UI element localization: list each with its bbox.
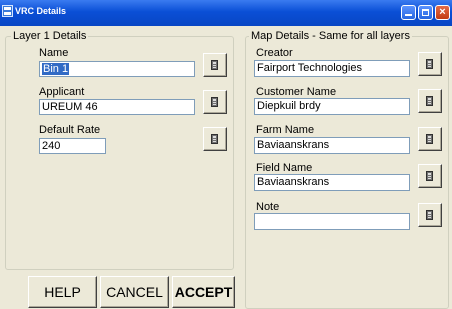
farm-name-field[interactable]: Baviaanskrans bbox=[254, 137, 410, 154]
close-button[interactable]: × bbox=[435, 5, 450, 20]
calculator-icon bbox=[426, 171, 433, 181]
field-name-picker-button[interactable] bbox=[418, 164, 442, 188]
farm-name-picker-button[interactable] bbox=[418, 127, 442, 151]
customer-name-field[interactable]: Diepkuil brdy bbox=[254, 98, 410, 115]
customer-name-picker-button[interactable] bbox=[418, 89, 442, 113]
minimize-button[interactable] bbox=[401, 5, 416, 20]
creator-field[interactable]: Fairport Technologies bbox=[254, 60, 410, 77]
window-title: VRC Details bbox=[15, 6, 67, 16]
note-picker-button[interactable] bbox=[418, 203, 442, 227]
farm-name-label: Farm Name bbox=[256, 124, 315, 136]
maximize-icon bbox=[422, 9, 429, 16]
name-field-value: Bin 1 bbox=[42, 63, 70, 75]
name-picker-button[interactable] bbox=[203, 53, 227, 77]
title-bar[interactable]: VRC Details × bbox=[0, 0, 452, 26]
calculator-icon bbox=[426, 134, 433, 144]
default-rate-label: Default Rate bbox=[39, 124, 101, 136]
cancel-button[interactable]: CANCEL bbox=[100, 276, 169, 308]
close-icon: × bbox=[439, 6, 446, 18]
dialog-body: Layer 1 Details Name Bin 1 Applicant URE… bbox=[0, 26, 452, 309]
calculator-icon bbox=[211, 60, 218, 70]
calculator-icon bbox=[426, 210, 433, 220]
vrc-details-window: VRC Details × Layer 1 Details Name Bin 1… bbox=[0, 0, 452, 309]
calculator-icon bbox=[426, 59, 433, 69]
creator-picker-button[interactable] bbox=[418, 52, 442, 76]
calculator-icon bbox=[211, 134, 218, 144]
window-app-icon bbox=[2, 5, 13, 17]
note-field[interactable] bbox=[254, 213, 410, 230]
field-name-field[interactable]: Baviaanskrans bbox=[254, 174, 410, 191]
name-label: Name bbox=[39, 47, 69, 59]
default-rate-field[interactable]: 240 bbox=[39, 138, 106, 154]
applicant-field[interactable]: UREUM 46 bbox=[39, 99, 195, 115]
accept-button[interactable]: ACCEPT bbox=[172, 276, 235, 308]
minimize-icon bbox=[405, 14, 412, 16]
applicant-picker-button[interactable] bbox=[203, 90, 227, 114]
default-rate-picker-button[interactable] bbox=[203, 127, 227, 151]
maximize-button[interactable] bbox=[418, 5, 433, 20]
creator-label: Creator bbox=[256, 47, 293, 59]
help-button[interactable]: HELP bbox=[28, 276, 97, 308]
calculator-icon bbox=[211, 97, 218, 107]
map-group-title: Map Details - Same for all layers bbox=[249, 30, 412, 43]
calculator-icon bbox=[426, 96, 433, 106]
name-field[interactable]: Bin 1 bbox=[39, 61, 195, 77]
applicant-label: Applicant bbox=[39, 86, 85, 98]
layer-group-title: Layer 1 Details bbox=[11, 30, 89, 43]
